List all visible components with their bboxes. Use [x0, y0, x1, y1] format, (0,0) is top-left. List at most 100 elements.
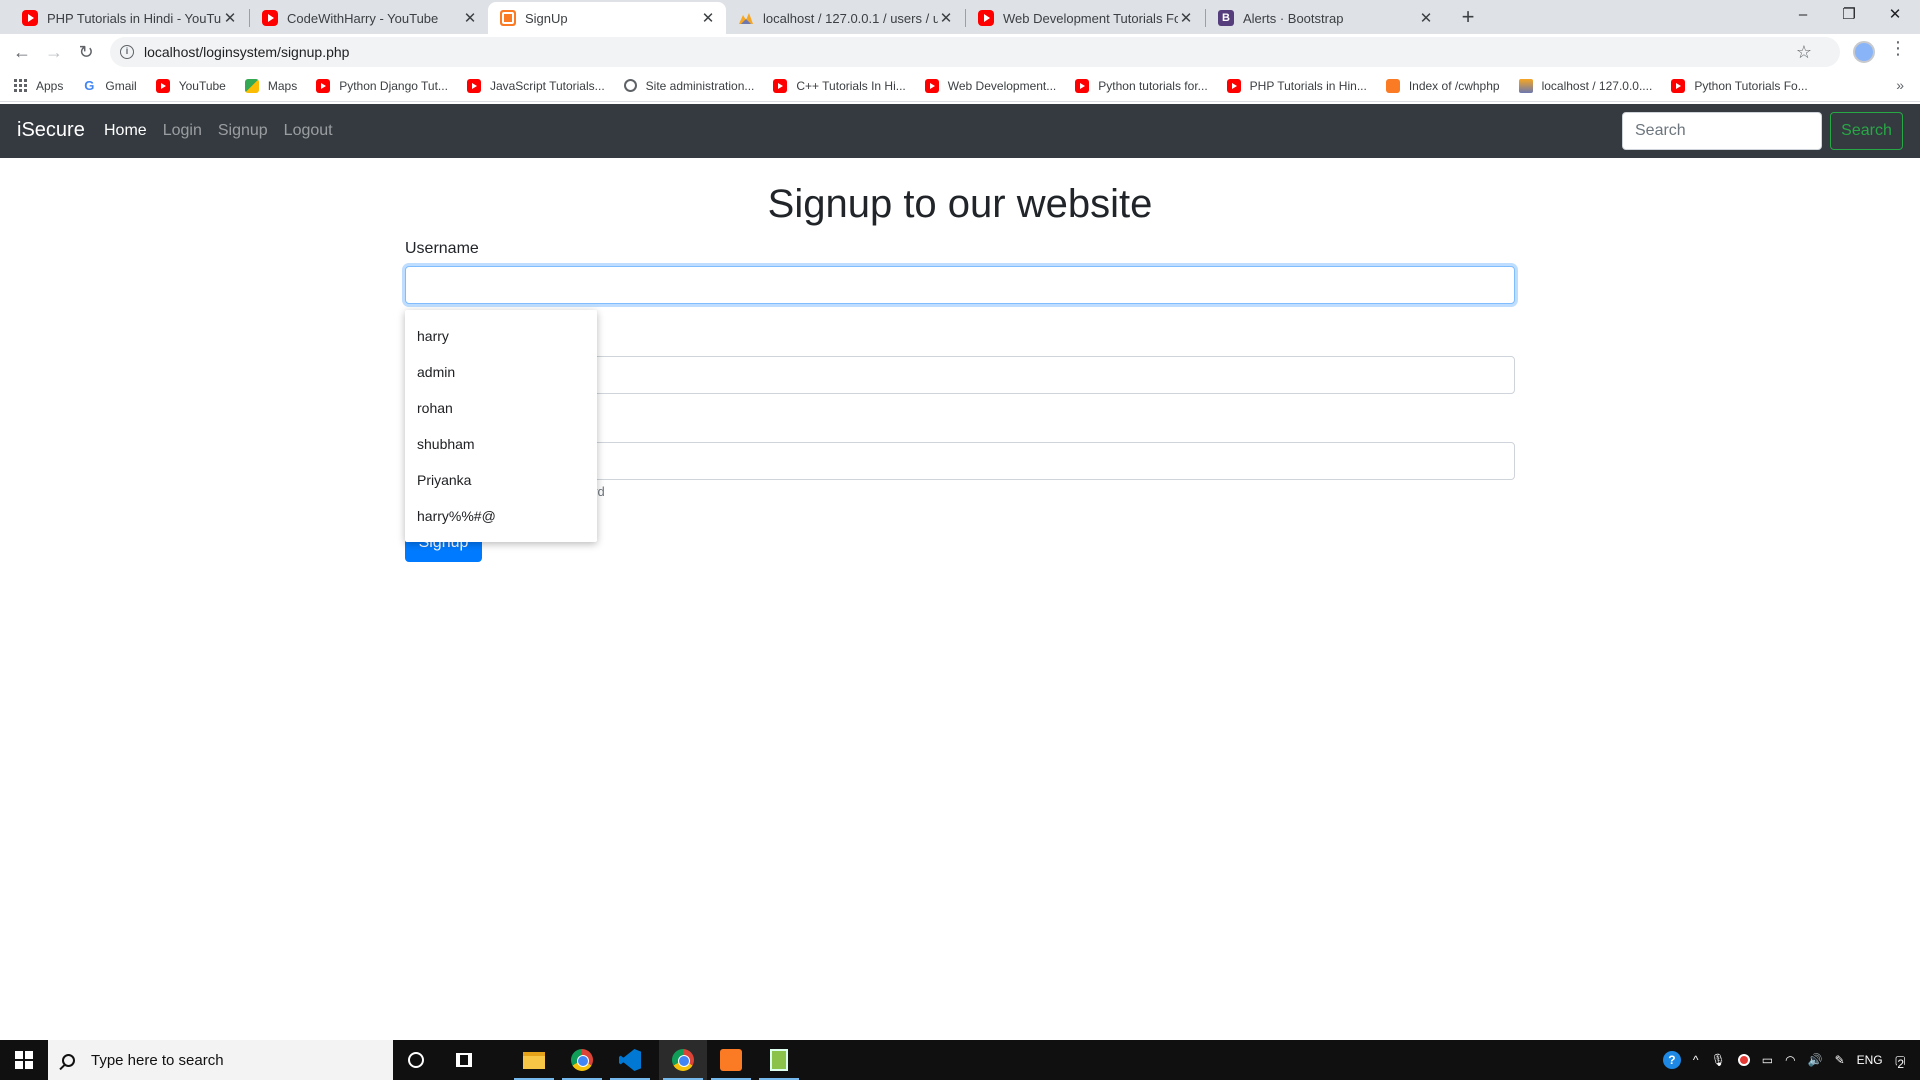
username-label: Username — [405, 240, 479, 257]
bookmark-star-icon[interactable]: ☆ — [1796, 42, 1812, 63]
autocomplete-dropdown: harry admin rohan shubham Priyanka harry… — [405, 310, 597, 542]
nav-link-login[interactable]: Login — [163, 122, 202, 140]
google-icon: G — [84, 78, 95, 93]
chevron-up-icon[interactable]: ^ — [1693, 1053, 1699, 1067]
taskbar-search-placeholder: Type here to search — [91, 1051, 224, 1069]
browser-tab[interactable]: Web Development Tutorials For I ✕ — [966, 2, 1204, 34]
volume-icon[interactable]: 🔊 — [1808, 1053, 1823, 1067]
bookmark-item[interactable]: localhost / 127.0.0.... — [1518, 78, 1652, 93]
profile-avatar[interactable] — [1853, 41, 1875, 63]
browser-tab[interactable]: CodeWithHarry - YouTube ✕ — [250, 2, 488, 34]
tab-title: PHP Tutorials in Hindi - YouTube — [47, 10, 222, 26]
username-input[interactable] — [405, 266, 1515, 304]
autocomplete-option[interactable]: shubham — [405, 428, 597, 464]
nav-link-home[interactable]: Home — [104, 122, 147, 140]
bookmark-item[interactable]: PHP Tutorials in Hin... — [1226, 78, 1367, 93]
youtube-icon — [22, 10, 38, 26]
navbar-search-input[interactable] — [1622, 112, 1822, 150]
reload-button[interactable]: ↻ — [72, 38, 100, 66]
bookmark-item[interactable]: Index of /cwhphp — [1385, 78, 1500, 93]
browser-tab[interactable]: localhost / 127.0.0.1 / users / use ✕ — [726, 2, 964, 34]
username-group: Username I — [405, 240, 1515, 397]
phpmyadmin-icon — [1518, 78, 1533, 93]
navbar-search-button[interactable]: Search — [1830, 112, 1903, 150]
close-icon[interactable]: ✕ — [1178, 9, 1194, 27]
site-navbar: iSecure Home Login Signup Logout Search — [0, 104, 1920, 158]
bookmark-item[interactable]: YouTube — [155, 78, 226, 93]
autocomplete-option[interactable]: rohan — [405, 392, 597, 428]
tab-title: localhost / 127.0.0.1 / users / use — [763, 10, 938, 26]
bookmark-item[interactable]: Python Tutorials Fo... — [1671, 78, 1808, 93]
bookmark-item[interactable]: Maps — [244, 78, 297, 93]
bookmarks-bar: Apps G Gmail YouTube Maps Python Django … — [0, 70, 1920, 102]
wifi-icon[interactable]: ◠ — [1785, 1053, 1795, 1067]
youtube-icon — [155, 78, 170, 93]
bookmark-item[interactable]: Python tutorials for... — [1075, 78, 1208, 93]
search-icon — [62, 1053, 75, 1067]
browser-menu-icon[interactable]: ⋮ — [1889, 38, 1907, 59]
browser-tab-active[interactable]: SignUp ✕ — [488, 2, 726, 34]
bookmark-item[interactable]: G Gmail — [82, 78, 136, 93]
restore-button[interactable]: ❐ — [1826, 0, 1872, 30]
taskbar-xampp[interactable] — [707, 1040, 755, 1080]
taskbar-vscode[interactable] — [606, 1040, 654, 1080]
cortana-button[interactable] — [392, 1040, 440, 1080]
pen-icon[interactable]: ✎ — [1835, 1053, 1845, 1067]
bookmark-item[interactable]: Web Development... — [924, 78, 1056, 93]
taskbar-file-explorer[interactable] — [510, 1040, 558, 1080]
address-bar[interactable]: i localhost/loginsystem/signup.php ☆ — [110, 37, 1840, 67]
tab-title: Web Development Tutorials For I — [1003, 10, 1178, 26]
notification-center-icon[interactable]: ▢2 — [1895, 1053, 1906, 1071]
bookmark-label: C++ Tutorials In Hi... — [796, 78, 906, 93]
minimize-button[interactable]: – — [1780, 0, 1826, 30]
back-button[interactable]: ← — [8, 38, 36, 66]
close-icon[interactable]: ✕ — [938, 9, 954, 27]
info-icon[interactable]: i — [120, 45, 134, 59]
bookmark-item[interactable]: C++ Tutorials In Hi... — [773, 78, 906, 93]
taskbar-notepad[interactable] — [755, 1040, 803, 1080]
taskbar-chrome[interactable] — [558, 1040, 606, 1080]
record-icon[interactable] — [1737, 1054, 1750, 1066]
battery-icon[interactable]: ▭ — [1762, 1053, 1773, 1067]
windows-logo-icon — [15, 1051, 33, 1069]
bookmark-item[interactable]: JavaScript Tutorials... — [466, 78, 605, 93]
chrome-icon — [571, 1049, 593, 1071]
xampp-icon — [720, 1049, 742, 1071]
language-indicator[interactable]: ENG — [1857, 1053, 1883, 1067]
apps-grid-icon — [14, 78, 27, 93]
bookmark-item[interactable]: Site administration... — [623, 78, 755, 93]
autocomplete-option[interactable]: harry%%#@ — [405, 500, 597, 536]
browser-tab[interactable]: B Alerts · Bootstrap ✕ — [1206, 2, 1444, 34]
forward-button[interactable]: → — [40, 38, 68, 66]
close-icon[interactable]: ✕ — [462, 9, 478, 27]
start-button[interactable] — [0, 1040, 48, 1080]
autocomplete-option[interactable]: Priyanka — [405, 464, 597, 500]
bookmark-label: Site administration... — [645, 78, 755, 93]
task-view-icon — [456, 1053, 472, 1067]
youtube-icon — [316, 78, 331, 93]
autocomplete-option[interactable]: admin — [405, 356, 597, 392]
microphone-icon[interactable]: 🎙 — [1711, 1053, 1726, 1067]
bookmark-item[interactable]: Python Django Tut... — [316, 78, 448, 93]
taskbar-chrome-active[interactable] — [659, 1040, 707, 1080]
notepad-icon — [770, 1049, 788, 1071]
bookmark-item[interactable]: Apps — [14, 79, 63, 93]
nav-link-logout[interactable]: Logout — [284, 122, 333, 140]
new-tab-button[interactable]: + — [1454, 4, 1482, 32]
bookmark-label: Python Tutorials Fo... — [1694, 78, 1808, 93]
autocomplete-option[interactable]: harry — [405, 320, 597, 356]
system-tray: ? ^ 🎙 ▭ ◠ 🔊 ✎ ENG ▢2 — [1657, 1040, 1920, 1080]
close-icon[interactable]: ✕ — [700, 9, 716, 27]
taskbar-search-box[interactable]: Type here to search — [48, 1040, 393, 1080]
help-icon[interactable]: ? — [1662, 1051, 1681, 1069]
brand-logo[interactable]: iSecure — [17, 119, 85, 142]
bookmarks-overflow-icon[interactable]: » — [1896, 77, 1904, 93]
signup-container: Signup to our website Username I ord Sig… — [405, 158, 1515, 562]
nav-link-signup[interactable]: Signup — [218, 122, 268, 140]
close-icon[interactable]: ✕ — [222, 9, 238, 27]
browser-toolbar: ← → ↻ i localhost/loginsystem/signup.php… — [0, 34, 1920, 70]
close-icon[interactable]: ✕ — [1418, 9, 1434, 27]
task-view-button[interactable] — [440, 1040, 488, 1080]
close-window-button[interactable]: ✕ — [1872, 0, 1918, 30]
browser-tab[interactable]: PHP Tutorials in Hindi - YouTube ✕ — [10, 2, 248, 34]
